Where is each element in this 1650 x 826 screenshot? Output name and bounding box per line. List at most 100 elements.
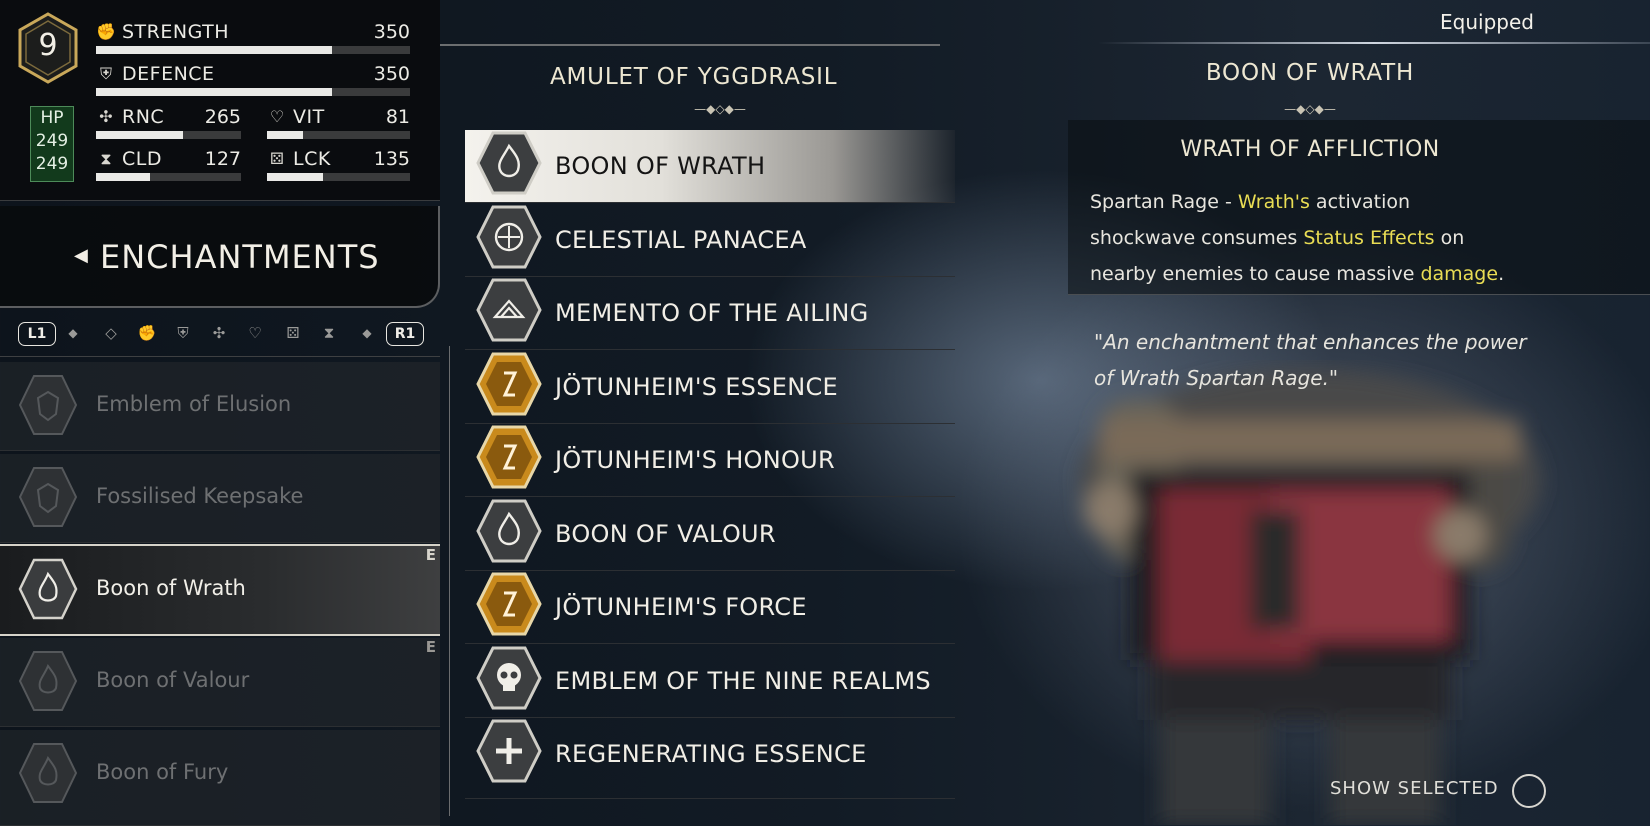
filter-bar: L1 ◆ ◇ ✊ ⛨ ✣ ♡ ⚄ ⧗ ◆ R1 <box>0 312 440 357</box>
slot-name: BOON OF WRATH <box>555 152 766 180</box>
stat-label: VIT <box>293 106 325 128</box>
stats-panel: 9 HP 249 249 ✊ STRENGTH 350 ⛨ DEFENCE 35… <box>0 0 440 201</box>
celestial-icon <box>476 205 542 269</box>
stat-value: 350 <box>373 21 410 43</box>
enchantments-title: ENCHANTMENTS <box>100 238 380 276</box>
shield-emblem-icon <box>18 467 78 527</box>
stat-cld: ⧗ CLD 127 <box>96 147 241 181</box>
enchantment-name: Fossilised Keepsake <box>96 484 304 508</box>
diamond-marker-icon: ◆ <box>362 326 372 340</box>
amulet-slot[interactable]: BOON OF VALOUR <box>465 498 955 571</box>
r1-button[interactable]: R1 <box>386 322 424 346</box>
ornament-divider: —◆◇◆— <box>1284 102 1336 116</box>
perk-title: WRATH OF AFFLICTION <box>1180 137 1440 162</box>
stat-value: 265 <box>204 106 241 128</box>
enchantment-item[interactable]: Boon of Fury <box>0 730 440 826</box>
show-selected-label[interactable]: SHOW SELECTED <box>1330 778 1499 799</box>
amulet-slot[interactable]: REGENERATING ESSENCE <box>465 718 955 799</box>
character-preview <box>1080 370 1540 825</box>
stat-label: CLD <box>122 148 162 170</box>
amulet-slot[interactable]: CELESTIAL PANACEA <box>465 204 955 277</box>
dice-icon: ⚄ <box>270 149 284 168</box>
jotunheim-rune-icon <box>476 352 542 416</box>
amulet-slot[interactable]: JÖTUNHEIM'S HONOUR <box>465 424 955 497</box>
stat-lck: ⚄ LCK 135 <box>267 147 410 181</box>
equipped-badge: E <box>425 546 436 564</box>
jotunheim-rune-icon <box>476 572 542 636</box>
amulet-slot[interactable]: MEMENTO OF THE AILING <box>465 277 955 350</box>
diamond-marker-icon: ◆ <box>68 326 78 340</box>
slot-name: JÖTUNHEIM'S ESSENCE <box>555 373 838 401</box>
enchantment-item[interactable]: Emblem of Elusion <box>0 362 440 451</box>
back-arrow-icon[interactable]: ◀ <box>74 245 88 266</box>
level-badge: 9 <box>16 12 80 84</box>
slot-name: MEMENTO OF THE AILING <box>555 299 869 327</box>
enchantment-name: Boon of Wrath <box>96 576 246 600</box>
heart-icon[interactable]: ♡ <box>244 322 266 344</box>
slot-name: JÖTUNHEIM'S HONOUR <box>555 446 836 474</box>
flame-rune-icon <box>476 499 542 563</box>
runic-icon[interactable]: ✣ <box>208 322 230 344</box>
amulet-slot-selected[interactable]: BOON OF WRATH <box>465 130 955 203</box>
flame-rune-icon <box>476 131 542 195</box>
hp-current: 249 <box>35 131 69 151</box>
equipped-label: Equipped <box>1440 10 1534 34</box>
detail-title: BOON OF WRATH <box>1205 60 1415 86</box>
enchantment-item[interactable]: Fossilised Keepsake <box>0 454 440 543</box>
level-number: 9 <box>38 28 58 63</box>
slot-name: CELESTIAL PANACEA <box>555 226 807 254</box>
heart-icon: ♡ <box>269 107 285 126</box>
equipped-badge: E <box>425 638 436 656</box>
slot-name: BOON OF VALOUR <box>555 520 776 548</box>
hp-max: 249 <box>35 154 69 174</box>
slot-name: REGENERATING ESSENCE <box>555 740 867 768</box>
enchantment-name: Emblem of Elusion <box>96 392 292 416</box>
stat-strength: ✊ STRENGTH 350 <box>96 20 410 54</box>
flame-rune-icon <box>18 558 78 620</box>
stat-value: 81 <box>385 106 410 128</box>
fist-icon: ✊ <box>96 22 116 41</box>
slot-name: JÖTUNHEIM'S FORCE <box>555 593 807 621</box>
equipped-divider <box>1098 42 1650 44</box>
circle-button-icon[interactable] <box>1512 774 1546 808</box>
stat-defence: ⛨ DEFENCE 350 <box>96 62 410 96</box>
enchantments-header[interactable]: ◀ ENCHANTMENTS <box>0 206 440 308</box>
amulet-title: AMULET OF YGGDRASIL <box>550 64 838 90</box>
amulet-slot[interactable]: EMBLEM OF THE NINE REALMS <box>465 645 955 718</box>
stat-label: DEFENCE <box>122 63 215 85</box>
fist-icon[interactable]: ✊ <box>136 322 158 344</box>
stat-bar <box>96 131 241 139</box>
stat-bar <box>96 88 410 96</box>
slot-name: EMBLEM OF THE NINE REALMS <box>555 667 931 695</box>
enchantment-name: Boon of Valour <box>96 668 250 692</box>
stat-rnc: ✣ RNC 265 <box>96 105 241 139</box>
enchantment-item[interactable]: Boon of Valour E <box>0 638 440 727</box>
cross-icon <box>476 719 542 783</box>
enchantment-name: Boon of Fury <box>96 760 229 784</box>
stat-label: STRENGTH <box>122 21 230 43</box>
hp-box: HP 249 249 <box>30 106 74 182</box>
runic-icon: ✣ <box>99 107 113 126</box>
hourglass-icon: ⧗ <box>100 149 112 168</box>
amulet-slot[interactable]: JÖTUNHEIM'S ESSENCE <box>465 351 955 424</box>
stat-label: RNC <box>122 106 165 128</box>
stat-bar <box>96 46 410 54</box>
stat-bar <box>96 173 241 181</box>
amulet-slot[interactable]: JÖTUNHEIM'S FORCE <box>465 571 955 644</box>
stat-bar <box>267 131 410 139</box>
dice-icon[interactable]: ⚄ <box>282 322 304 344</box>
slot-track-line <box>449 346 450 816</box>
skull-icon <box>476 646 542 710</box>
shield-icon: ⛨ <box>99 64 112 83</box>
hourglass-icon[interactable]: ⧗ <box>318 322 340 344</box>
stat-bar <box>267 173 410 181</box>
l1-button[interactable]: L1 <box>18 322 56 346</box>
flame-rune-icon <box>18 651 78 711</box>
stat-value: 350 <box>373 63 410 85</box>
stat-value: 135 <box>373 148 410 170</box>
memento-icon <box>476 278 542 342</box>
shield-icon[interactable]: ⛨ <box>172 322 194 344</box>
enchantment-item-selected[interactable]: Boon of Wrath E <box>0 544 440 636</box>
flame-rune-icon <box>18 743 78 803</box>
diamond-icon[interactable]: ◇ <box>100 322 122 344</box>
